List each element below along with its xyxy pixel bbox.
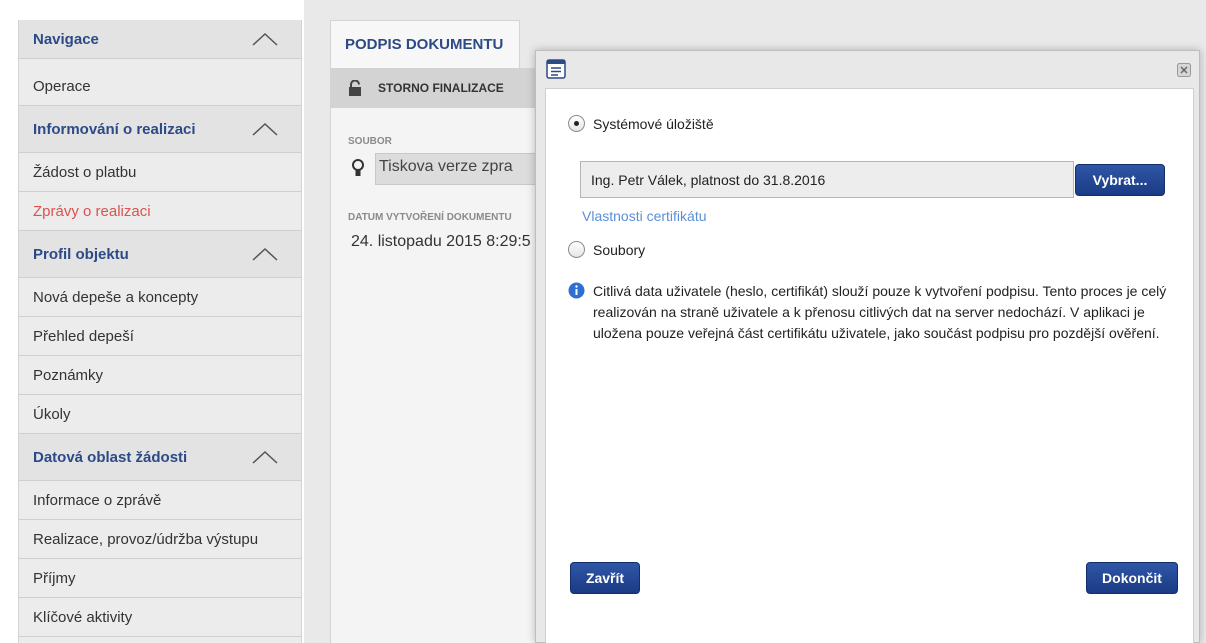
finish-button-label: Dokončit: [1102, 570, 1162, 586]
finish-button[interactable]: Dokončit: [1086, 562, 1178, 594]
close-button-label: Zavřít: [585, 570, 625, 586]
sidebar-item-label: Profil objektu: [33, 245, 129, 263]
sidebar-head-navigace[interactable]: Navigace: [19, 20, 301, 59]
sidebar-item-zpravy-o-realizaci[interactable]: Zprávy o realizaci: [19, 192, 301, 231]
dialog-icon: [546, 59, 566, 79]
sidebar-item-ukoly[interactable]: Úkoly: [19, 395, 301, 434]
chevron-up-icon[interactable]: [251, 121, 279, 137]
sidebar-item-label: Příjmy: [33, 569, 76, 587]
info-icon: [568, 282, 585, 299]
sidebar: Navigace Operace Informování o realizaci…: [18, 20, 302, 643]
bulb-icon: [352, 159, 364, 176]
radio-system-label: Systémové úložiště: [593, 115, 714, 132]
radio-button-checked[interactable]: [568, 115, 585, 132]
sidebar-item-label: Zprávy o realizaci: [33, 202, 151, 220]
sidebar-item-poznamky[interactable]: Poznámky: [19, 356, 301, 395]
sidebar-item-label: Operace: [33, 77, 91, 95]
radio-button[interactable]: [568, 241, 585, 258]
certificate-field[interactable]: Ing. Petr Válek, platnost do 31.8.2016: [580, 161, 1074, 198]
toolbar-button-label: STORNO FINALIZACE: [378, 81, 504, 95]
signature-dialog: Systémové úložiště Ing. Petr Válek, plat…: [535, 50, 1200, 643]
chevron-up-icon[interactable]: [251, 31, 279, 47]
sidebar-item-label: Navigace: [33, 30, 99, 48]
sidebar-item-label: Přehled depeší: [33, 327, 134, 345]
sidebar-item-label: Datová oblast žádosti: [33, 448, 188, 466]
sidebar-item-label: Informování o realizaci: [33, 120, 196, 138]
date-label: DATUM VYTVOŘENÍ DOKUMENTU: [348, 212, 512, 223]
sidebar-item-label: Klíčové aktivity: [33, 608, 133, 626]
file-value: Tiskova verze zpra: [379, 158, 513, 175]
sidebar-item-label: Realizace, provoz/údržba výstupu: [33, 530, 259, 548]
close-button[interactable]: Zavřít: [570, 562, 640, 594]
close-icon[interactable]: [1177, 63, 1191, 77]
document-content: SOUBOR Tiskova verze zpra DATUM VYTVOŘEN…: [330, 108, 545, 643]
sidebar-head-datova-oblast[interactable]: Datová oblast žádosti: [19, 434, 301, 481]
sidebar-item-label: Nová depeše a koncepty: [33, 288, 199, 306]
date-value: 24. listopadu 2015 8:29:5: [351, 233, 531, 250]
sidebar-head-profil-objektu[interactable]: Profil objektu: [19, 231, 301, 278]
certificate-value: Ing. Petr Válek, platnost do 31.8.2016: [591, 171, 826, 188]
chevron-up-icon[interactable]: [251, 449, 279, 465]
tab-podpis-dokumentu[interactable]: PODPIS DOKUMENTU: [330, 20, 520, 68]
dialog-body: Systémové úložiště Ing. Petr Válek, plat…: [545, 88, 1194, 643]
sidebar-head-informovani[interactable]: Informování o realizaci: [19, 106, 301, 153]
chevron-up-icon[interactable]: [251, 246, 279, 262]
dialog-titlebar: [536, 51, 1199, 87]
sidebar-item-informace-o-zprave[interactable]: Informace o zprávě: [19, 481, 301, 520]
radio-system-storage[interactable]: Systémové úložiště: [568, 115, 714, 132]
sidebar-item-label: Úkoly: [33, 405, 71, 423]
sidebar-item-prehled-depesi[interactable]: Přehled depeší: [19, 317, 301, 356]
sidebar-item-operace[interactable]: Operace: [19, 67, 301, 106]
file-label: SOUBOR: [348, 136, 392, 147]
sidebar-item-zadost-o-platbu[interactable]: Žádost o platbu: [19, 153, 301, 192]
info-message: Citlivá data uživatele (heslo, certifiká…: [568, 281, 1183, 344]
tab-label: PODPIS DOKUMENTU: [345, 36, 504, 53]
sidebar-item-prijmy[interactable]: Příjmy: [19, 559, 301, 598]
sidebar-item-realizace-provoz[interactable]: Realizace, provoz/údržba výstupu: [19, 520, 301, 559]
select-certificate-button[interactable]: Vybrat...: [1075, 164, 1165, 196]
select-button-label: Vybrat...: [1092, 172, 1148, 188]
radio-files-label: Soubory: [593, 241, 646, 258]
sidebar-item-klicove-aktivity[interactable]: Klíčové aktivity: [19, 598, 301, 637]
lock-icon: [349, 80, 361, 96]
sidebar-item-label: Žádost o platbu: [33, 163, 137, 181]
storno-finalizace-button[interactable]: STORNO FINALIZACE: [330, 68, 540, 108]
radio-files[interactable]: Soubory: [568, 241, 645, 258]
sidebar-item-label: Poznámky: [33, 366, 104, 384]
sidebar-item-nova-depese[interactable]: Nová depeše a koncepty: [19, 278, 301, 317]
sidebar-item-label: Informace o zprávě: [33, 491, 162, 509]
info-text: Citlivá data uživatele (heslo, certifiká…: [593, 283, 1167, 341]
certificate-properties-link[interactable]: Vlastnosti certifikátu: [582, 208, 707, 224]
